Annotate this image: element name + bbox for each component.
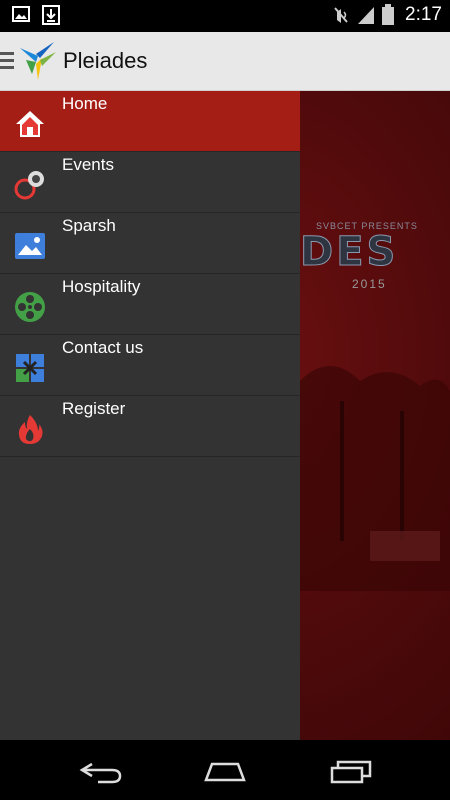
home-icon — [16, 111, 44, 137]
system-nav-bar — [0, 740, 450, 800]
drawer-item-register[interactable]: Register — [0, 396, 300, 457]
status-bar: 2:17 — [0, 0, 450, 32]
download-icon — [42, 5, 60, 25]
banner-trees-image — [300, 366, 450, 591]
picture-icon — [15, 233, 45, 259]
drawer-item-hospitality[interactable]: Hospitality — [0, 274, 300, 335]
drawer-item-label: Contact us — [62, 338, 144, 357]
app-logo[interactable] — [16, 38, 58, 82]
drawer-item-label: Hospitality — [62, 277, 141, 296]
film-reel-icon — [15, 292, 45, 322]
contact-icon — [16, 354, 44, 382]
signal-icon — [358, 7, 375, 24]
mute-icon — [334, 7, 348, 23]
drawer-item-events[interactable]: Events — [0, 152, 300, 213]
navigation-drawer: Home Events Sparsh Hospitality Contact u… — [0, 91, 300, 740]
back-icon[interactable] — [78, 758, 124, 784]
image-icon — [12, 6, 30, 22]
battery-icon — [382, 4, 395, 25]
action-bar: Pleiades — [0, 32, 450, 91]
menu-icon[interactable] — [0, 52, 14, 70]
drawer-item-home[interactable]: Home — [0, 91, 300, 152]
drawer-item-label: Events — [62, 155, 114, 174]
drawer-item-label: Register — [62, 399, 126, 418]
banner-title: DES — [299, 229, 399, 276]
drawer-item-label: Home — [62, 94, 108, 113]
home-icon[interactable] — [202, 758, 248, 784]
flame-icon — [18, 415, 43, 444]
drawer-item-sparsh[interactable]: Sparsh — [0, 213, 300, 274]
drawer-item-label: Sparsh — [62, 216, 116, 235]
status-time: 2:17 — [405, 4, 442, 25]
events-icon — [14, 171, 44, 200]
recents-icon[interactable] — [328, 758, 374, 784]
app-title: Pleiades — [63, 48, 148, 73]
banner-year: 2015 — [352, 277, 387, 291]
drawer-item-contact-us[interactable]: Contact us — [0, 335, 300, 396]
